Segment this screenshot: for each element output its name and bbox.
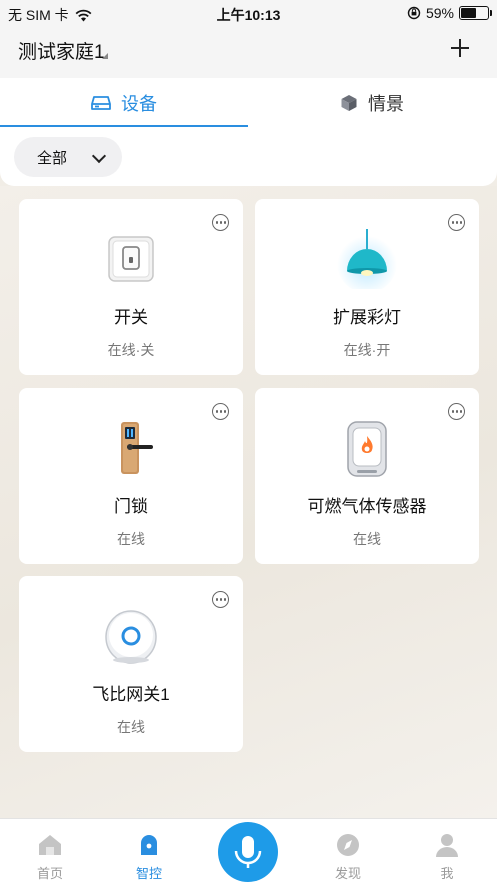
tab-scenes[interactable]: 情景 <box>248 78 496 128</box>
nav-discover-label: 发现 <box>334 866 361 881</box>
compass-icon <box>337 834 359 856</box>
tab-devices[interactable]: 设备 <box>0 78 248 128</box>
device-icon <box>91 96 111 110</box>
device-name: 开关 <box>114 308 148 327</box>
device-status: 在线 <box>353 531 381 547</box>
more-options-icon[interactable] <box>212 214 229 231</box>
tab-active-indicator <box>0 125 248 127</box>
nav-home[interactable]: 首页 <box>20 833 80 882</box>
filter-dropdown[interactable]: 全部 <box>14 137 122 177</box>
nav-home-label: 首页 <box>36 866 63 881</box>
home-selector[interactable]: 测试家庭1 <box>18 37 105 64</box>
nav-smart-control-label: 智控 <box>135 866 162 881</box>
more-options-icon[interactable] <box>212 591 229 608</box>
home-icon <box>39 835 61 855</box>
filter-selected: 全部 <box>37 149 68 167</box>
tab-bar: 设备 情景 <box>0 78 497 128</box>
device-card-gas-sensor[interactable]: 可燃气体传感器 在线 <box>255 388 479 564</box>
battery-percent: 59% <box>425 5 454 21</box>
more-options-icon[interactable] <box>212 403 229 420</box>
device-card-door-lock[interactable]: 门锁 在线 <box>19 388 243 564</box>
user-icon <box>436 834 458 857</box>
microphone-icon <box>234 836 262 868</box>
more-options-icon[interactable] <box>448 214 465 231</box>
nav-me[interactable]: 我 <box>417 833 477 882</box>
header: 测试家庭1 <box>0 26 497 78</box>
device-name: 扩展彩灯 <box>333 308 401 327</box>
device-card-gateway[interactable]: 飞比网关1 在线 <box>19 576 243 752</box>
smart-control-icon <box>141 835 157 855</box>
nav-me-label: 我 <box>440 866 454 881</box>
cube-icon <box>341 95 357 111</box>
switch-icon <box>101 229 161 289</box>
add-button[interactable] <box>447 36 473 62</box>
status-bar: 无 SIM 卡 上午10:13 59% <box>0 0 497 26</box>
device-name: 门锁 <box>114 497 148 516</box>
device-name: 飞比网关1 <box>92 685 170 704</box>
device-card-switch[interactable]: 开关 在线·关 <box>19 199 243 375</box>
chevron-down-icon <box>91 148 107 164</box>
device-card-lamp[interactable]: 扩展彩灯 在线·开 <box>255 199 479 375</box>
tab-scenes-label: 情景 <box>368 94 404 114</box>
device-status: 在线 <box>117 531 145 547</box>
more-options-icon[interactable] <box>448 403 465 420</box>
home-dropdown-icon[interactable] <box>102 53 108 59</box>
door-lock-icon <box>101 418 161 478</box>
orientation-lock-icon <box>407 6 421 20</box>
device-status: 在线·开 <box>343 342 391 358</box>
tab-panel: 设备 情景 全部 <box>0 78 497 186</box>
gateway-icon <box>101 606 161 666</box>
battery-group: 59% <box>407 5 492 21</box>
device-status: 在线 <box>117 719 145 735</box>
nav-discover[interactable]: 发现 <box>318 833 378 882</box>
lamp-icon <box>337 229 397 293</box>
nav-smart-control[interactable]: 智控 <box>119 833 179 882</box>
device-status: 在线·关 <box>107 342 155 358</box>
tab-devices-label: 设备 <box>121 94 157 114</box>
voice-button[interactable] <box>218 822 278 882</box>
device-name: 可燃气体传感器 <box>307 497 427 516</box>
gas-sensor-icon <box>337 418 397 478</box>
battery-icon <box>459 6 492 20</box>
